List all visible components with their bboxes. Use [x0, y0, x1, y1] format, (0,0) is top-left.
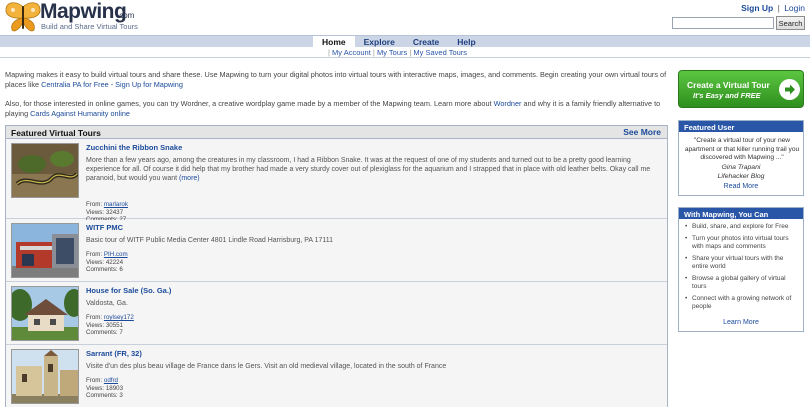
- list-item: Build, share, and explore for Free: [685, 223, 801, 231]
- tour-thumbnail[interactable]: [11, 286, 79, 341]
- read-more-link[interactable]: Read More: [679, 183, 803, 190]
- my-account-link[interactable]: My Account: [332, 48, 371, 57]
- search-input[interactable]: [672, 17, 774, 29]
- cta-title: Create a Virtual Tour: [687, 80, 770, 90]
- search-button[interactable]: Search: [776, 16, 805, 30]
- with-mapwing-title: With Mapwing, You Can: [679, 208, 803, 219]
- from-label: From:: [86, 377, 103, 384]
- tour-from: From: PIH.com: [86, 251, 128, 259]
- list-item: Browse a global gallery of virtual tours: [685, 275, 801, 291]
- tour-views: Views: 32437: [86, 208, 124, 216]
- tour-meta: From: roylsey172 Views: 30551 Comments: …: [86, 314, 134, 337]
- from-label: From:: [86, 314, 103, 321]
- tour-thumbnail[interactable]: [11, 223, 79, 278]
- signup-link[interactable]: Sign Up: [741, 3, 773, 13]
- create-virtual-tour-button[interactable]: Create a Virtual Tour It's Easy and FREE: [678, 70, 804, 108]
- tour-title-link[interactable]: House for Sale (So. Ga.): [86, 286, 171, 295]
- tour-comments: Comments: 3: [86, 392, 123, 399]
- featured-tours-panel: Featured Virtual Tours See More Zucchini…: [5, 125, 668, 407]
- tour-item: House for Sale (So. Ga.) Valdosta, Ga. F…: [6, 283, 667, 345]
- tour-author-link[interactable]: marlarok: [104, 201, 128, 208]
- tour-title-link[interactable]: Zucchini the Ribbon Snake: [86, 143, 182, 152]
- subnav-separator: |: [409, 48, 412, 57]
- centralia-link[interactable]: Centralia PA for Free - Sign Up for Mapw…: [41, 80, 183, 89]
- tour-title-link[interactable]: Sarrant (FR, 32): [86, 349, 142, 358]
- tour-views: Views: 30551: [86, 321, 124, 329]
- learn-more-link[interactable]: Learn More: [679, 319, 803, 326]
- tour-from: From: marlarok: [86, 201, 128, 209]
- intro-p2-text: Also, for those interested in online gam…: [5, 99, 494, 108]
- header: Mapwing .com Build and Share Virtual Tou…: [0, 0, 810, 34]
- tour-item: WITF PMC Basic tour of WITF Public Media…: [6, 220, 667, 282]
- tour-author-link[interactable]: odfrd: [104, 377, 118, 384]
- featured-user-box: Featured User "Create a virtual tour of …: [678, 120, 804, 196]
- list-item: Share your virtual tours with the entire…: [685, 255, 801, 271]
- tour-thumbnail[interactable]: [11, 349, 79, 404]
- featured-user-title: Featured User: [679, 121, 803, 132]
- tour-thumbnail[interactable]: [11, 143, 79, 198]
- tagline: Build and Share Virtual Tours: [41, 22, 138, 31]
- my-saved-tours-link[interactable]: My Saved Tours: [413, 48, 467, 57]
- tour-description: More than a few years ago, among the cre…: [86, 156, 661, 183]
- tour-meta: From: odfrd Views: 18903 Comments: 3: [86, 377, 123, 400]
- featured-tours-header: Featured Virtual Tours See More: [6, 126, 667, 139]
- tour-description: Valdosta, Ga.: [86, 300, 128, 307]
- subnav-separator: |: [372, 48, 375, 57]
- sub-nav: | My Account | My Tours | My Saved Tours: [0, 47, 810, 58]
- see-more-link[interactable]: See More: [623, 127, 661, 137]
- cta-subtitle: It's Easy and FREE: [693, 91, 761, 100]
- my-tours-link[interactable]: My Tours: [377, 48, 407, 57]
- tour-description-text: More than a few years ago, among the cre…: [86, 157, 651, 182]
- tour-views: Views: 42224: [86, 258, 124, 266]
- tour-meta: From: PIH.com Views: 42224 Comments: 6: [86, 251, 128, 274]
- list-item: Turn your photos into virtual tours with…: [685, 235, 801, 251]
- with-mapwing-list: Build, share, and explore for Free Turn …: [685, 223, 801, 315]
- subnav-separator: |: [328, 48, 330, 57]
- featured-user-org: Lifehacker Blog: [717, 173, 765, 180]
- featured-tours-title: Featured Virtual Tours: [11, 128, 101, 138]
- featured-user-quote: "Create a virtual tour of your new apart…: [684, 137, 800, 161]
- more-link[interactable]: (more): [179, 175, 200, 182]
- list-item: Connect with a growing network of people: [685, 295, 801, 311]
- wordner-link[interactable]: Wordner: [494, 99, 522, 108]
- intro-paragraph-1: Mapwing makes it easy to build virtual t…: [5, 70, 668, 90]
- from-label: From:: [86, 251, 103, 258]
- tour-description: Basic tour of WITF Public Media Center 4…: [86, 237, 334, 244]
- mapwing-logo[interactable]: [3, 1, 43, 34]
- with-mapwing-box: With Mapwing, You Can Build, share, and …: [678, 207, 804, 332]
- tour-from: From: odfrd: [86, 377, 123, 385]
- auth-links: Sign Up | Login: [741, 3, 805, 13]
- tour-item: Zucchini the Ribbon Snake More than a fe…: [6, 140, 667, 223]
- subnav-links: | My Account | My Tours | My Saved Tours: [328, 48, 467, 57]
- intro-text: Mapwing makes it easy to build virtual t…: [5, 70, 668, 128]
- tour-item: Sarrant (FR, 32) Visite d'un des plus be…: [6, 346, 667, 407]
- tour-description: Visite d'un des plus beau village de Fra…: [86, 363, 447, 370]
- tour-title-link[interactable]: WITF PMC: [86, 223, 123, 232]
- auth-separator: |: [777, 3, 780, 13]
- arrow-right-icon: [779, 79, 800, 100]
- brand-suffix: .com: [117, 11, 135, 20]
- tour-views: Views: 18903: [86, 384, 124, 392]
- login-link[interactable]: Login: [784, 3, 805, 13]
- tour-from: From: roylsey172: [86, 314, 134, 322]
- tour-author-link[interactable]: roylsey172: [104, 314, 134, 321]
- cards-against-humanity-link[interactable]: Cards Against Humanity online: [30, 109, 130, 118]
- main-nav: Home Explore Create Help: [0, 35, 810, 48]
- tour-author-link[interactable]: PIH.com: [104, 251, 128, 258]
- tour-comments: Comments: 6: [86, 266, 123, 273]
- featured-user-name: Gina Trapani: [721, 164, 761, 171]
- intro-paragraph-2: Also, for those interested in online gam…: [5, 99, 668, 119]
- tour-comments: Comments: 7: [86, 329, 123, 336]
- from-label: From:: [86, 201, 103, 208]
- brand-name[interactable]: Mapwing: [40, 0, 127, 24]
